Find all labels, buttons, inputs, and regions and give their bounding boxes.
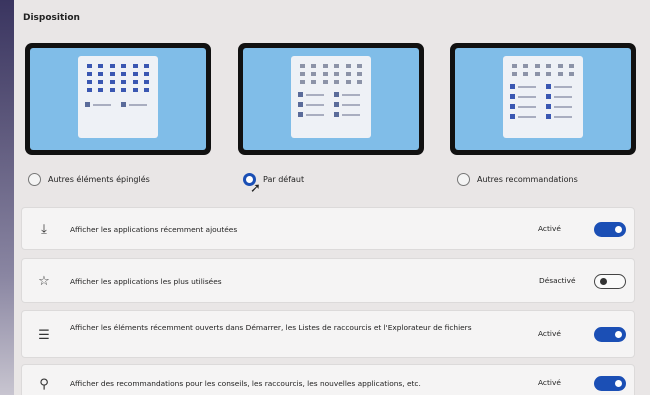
layout-preview-default[interactable] [238,43,424,155]
setting-label: Afficher les éléments récemment ouverts … [70,323,472,332]
list-icon: ☰ [38,327,50,343]
download-icon: ⤓ [41,221,47,237]
toggle-switch[interactable] [594,274,626,289]
toggle-switch[interactable] [594,222,626,237]
start-menu-preview [291,56,371,138]
lightbulb-icon: ⚲ [39,376,49,392]
monitor-frame [238,43,424,155]
pinned-grid [85,64,151,92]
toggle-switch[interactable] [594,327,626,342]
setting-row-recently-added[interactable]: ⤓ Afficher les applications récemment aj… [21,207,635,250]
radio-label: Autres recommandations [477,174,578,184]
pinned-grid [510,64,576,76]
radio-label: Autres éléments épinglés [48,174,150,184]
star-icon: ☆ [38,273,50,289]
setting-status: Activé [538,378,561,387]
monitor-screen [243,48,419,150]
radio-button[interactable] [28,172,41,186]
start-menu-preview [503,56,583,138]
toggle-switch[interactable] [594,376,626,391]
start-menu-preview [78,56,158,138]
monitor-frame [450,43,636,155]
setting-label: Afficher les applications récemment ajou… [70,225,238,234]
setting-row-recommendations[interactable]: ⚲ Afficher des recommandations pour les … [21,364,635,395]
radio-button[interactable] [457,172,470,186]
setting-status: Activé [538,224,561,233]
mouse-cursor-icon: ➚ [250,181,261,196]
pinned-grid [298,64,364,84]
radio-label: Par défaut [263,174,305,184]
setting-label: Afficher des recommandations pour les co… [70,379,421,388]
setting-label: Afficher les applications les plus utili… [70,277,222,286]
monitor-screen [30,48,206,150]
recommendations-preview [510,84,576,119]
recommendations-preview [85,102,151,107]
layout-preview-more-pins[interactable] [25,43,211,155]
layout-preview-more-recommendations[interactable] [450,43,636,155]
monitor-screen [455,48,631,150]
section-title: Disposition [23,13,80,23]
layout-option-more-recommendations[interactable]: Autres recommandations [457,168,578,190]
layout-option-more-pins[interactable]: Autres éléments épinglés [28,168,150,190]
window-left-edge [0,0,14,395]
recommendations-preview [298,92,364,117]
setting-row-recent-items[interactable]: ☰ Afficher les éléments récemment ouvert… [21,310,635,358]
setting-status: Désactivé [539,276,576,285]
monitor-frame [25,43,211,155]
setting-status: Activé [538,329,561,338]
setting-row-most-used[interactable]: ☆ Afficher les applications les plus uti… [21,258,635,303]
